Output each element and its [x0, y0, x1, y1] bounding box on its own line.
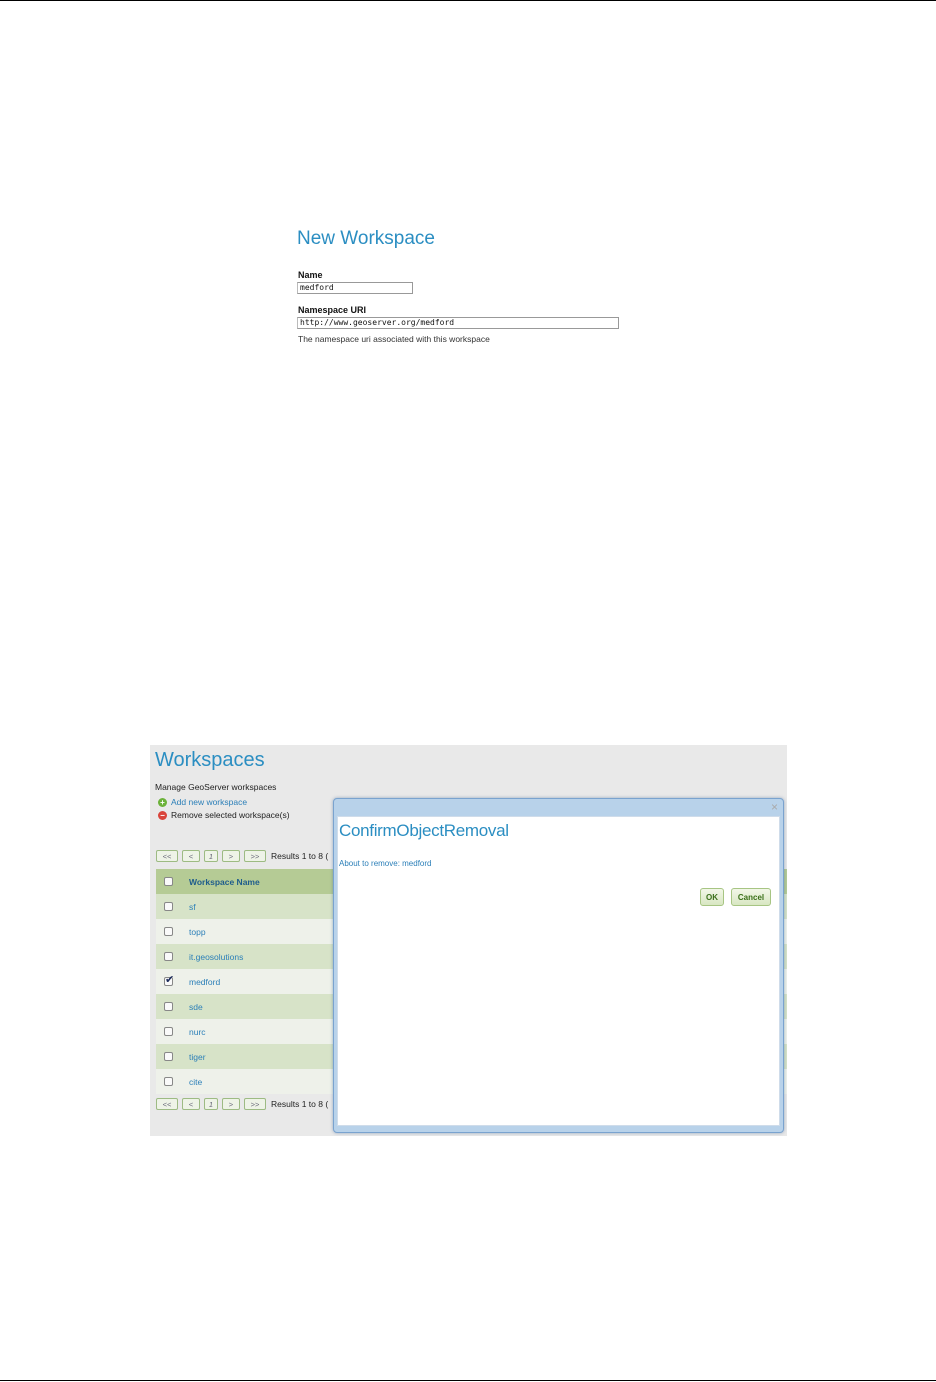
row-checkbox[interactable]: [164, 927, 173, 936]
workspace-name-link[interactable]: tiger: [189, 1052, 206, 1062]
next-page-button[interactable]: >: [222, 850, 240, 862]
workspace-name-link[interactable]: cite: [189, 1077, 202, 1087]
new-workspace-form: New Workspace Name medford Namespace URI…: [297, 226, 627, 356]
row-checkbox[interactable]: [164, 1077, 173, 1086]
prev-page-button[interactable]: <: [182, 1098, 200, 1110]
row-checkbox[interactable]: [164, 902, 173, 911]
row-checkbox[interactable]: [164, 973, 174, 986]
page-number-button[interactable]: 1: [204, 850, 218, 862]
page-number-button[interactable]: 1: [204, 1098, 218, 1110]
last-page-button[interactable]: >>: [244, 850, 266, 862]
next-page-button[interactable]: >: [222, 1098, 240, 1110]
page-title: Workspaces: [155, 749, 265, 771]
pager-top: << < 1 > >> Results 1 to 8 (: [156, 849, 328, 863]
remove-icon: −: [158, 810, 167, 820]
workspace-name-link[interactable]: nurc: [189, 1027, 206, 1037]
page-title: New Workspace: [297, 228, 435, 249]
namespace-uri-field[interactable]: http://www.geoserver.org/medford: [297, 317, 619, 329]
close-icon[interactable]: ×: [771, 800, 778, 814]
namespace-uri-hint: The namespace uri associated with this w…: [298, 334, 490, 344]
pager-bottom: << < 1 > >> Results 1 to 8 (: [156, 1097, 328, 1111]
dialog-message: About to remove: medford: [339, 859, 432, 868]
workspace-name-link[interactable]: topp: [189, 927, 206, 937]
select-all-checkbox[interactable]: [164, 877, 173, 886]
workspace-name-link[interactable]: sf: [189, 902, 196, 912]
results-count: Results 1 to 8 (: [271, 851, 329, 861]
first-page-button[interactable]: <<: [156, 1098, 178, 1110]
dialog-content: ConfirmObjectRemoval About to remove: me…: [337, 816, 780, 1126]
ok-button[interactable]: OK: [700, 888, 724, 906]
workspaces-panel: Workspaces Manage GeoServer workspaces +…: [150, 745, 787, 1136]
row-checkbox[interactable]: [164, 1052, 173, 1061]
add-workspace-label: Add new workspace: [171, 797, 248, 807]
workspace-name-link[interactable]: medford: [189, 977, 220, 987]
page-subtitle: Manage GeoServer workspaces: [155, 782, 277, 792]
workspace-name-link[interactable]: sde: [189, 1002, 203, 1012]
last-page-button[interactable]: >>: [244, 1098, 266, 1110]
dialog-title: ConfirmObjectRemoval: [339, 821, 509, 840]
row-checkbox[interactable]: [164, 952, 173, 961]
prev-page-button[interactable]: <: [182, 850, 200, 862]
first-page-button[interactable]: <<: [156, 850, 178, 862]
column-header-workspace-name[interactable]: Workspace Name: [189, 877, 260, 887]
row-checkbox[interactable]: [164, 1002, 173, 1011]
confirm-removal-dialog: × ConfirmObjectRemoval About to remove: …: [333, 798, 784, 1133]
bottom-rule: [0, 1380, 936, 1381]
cancel-button[interactable]: Cancel: [731, 888, 771, 906]
row-checkbox[interactable]: [164, 1027, 173, 1036]
namespace-uri-label: Namespace URI: [298, 305, 367, 315]
workspace-name-link[interactable]: it.geosolutions: [189, 952, 243, 962]
results-count: Results 1 to 8 (: [271, 1099, 329, 1109]
add-workspace-link[interactable]: + Add new workspace: [158, 797, 247, 807]
top-rule: [0, 0, 936, 1]
name-label: Name: [298, 270, 323, 280]
remove-workspace-label: Remove selected workspace(s): [171, 810, 290, 820]
name-field[interactable]: medford: [297, 282, 413, 294]
add-icon: +: [158, 797, 167, 807]
remove-workspace-link[interactable]: − Remove selected workspace(s): [158, 810, 290, 820]
